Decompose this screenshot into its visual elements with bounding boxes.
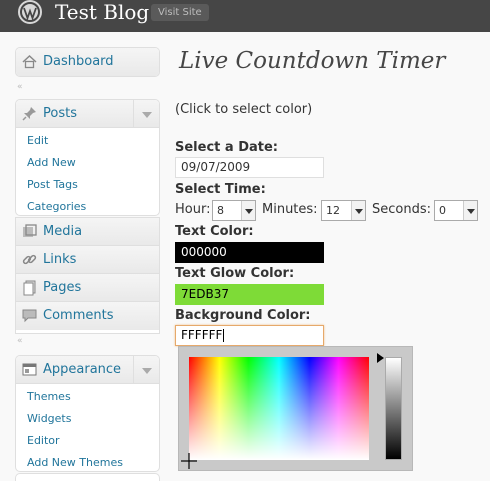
menu-posts-label: Posts bbox=[43, 106, 77, 121]
page-title: Live Countdown Timer bbox=[179, 48, 446, 74]
menu-next-partial[interactable] bbox=[15, 473, 160, 481]
hour-select-value: 8 bbox=[217, 204, 224, 217]
menu-posts-toggle[interactable] bbox=[133, 100, 159, 128]
seconds-select-value: 0 bbox=[439, 204, 446, 217]
submenu-item-categories[interactable]: Categories bbox=[16, 196, 159, 215]
select-date-label: Select a Date: bbox=[175, 140, 278, 155]
menu-appearance-head[interactable]: Appearance bbox=[16, 356, 159, 384]
menu-posts-submenu: Edit Add New Post Tags Categories bbox=[16, 128, 159, 215]
menu-appearance: Appearance Themes Widgets Editor Add New… bbox=[15, 355, 160, 472]
menu-separator-arrow-2[interactable]: « bbox=[17, 336, 23, 346]
minutes-label: Minutes: bbox=[262, 202, 318, 217]
menu-separator-arrow[interactable]: « bbox=[17, 82, 23, 92]
submenu-item-themes[interactable]: Themes bbox=[16, 386, 159, 408]
chevron-down-icon bbox=[351, 201, 365, 220]
media-icon bbox=[23, 224, 37, 237]
text-color-input[interactable]: 000000 bbox=[175, 242, 324, 263]
color-spectrum-area[interactable] bbox=[189, 357, 369, 460]
menu-comments-label: Comments bbox=[43, 308, 114, 323]
select-time-label: Select Time: bbox=[175, 182, 266, 197]
crosshair-cursor-icon[interactable] bbox=[181, 453, 197, 469]
menu-posts-head[interactable]: Posts bbox=[16, 100, 159, 128]
text-caret bbox=[223, 329, 225, 342]
menu-dashboard[interactable]: Dashboard bbox=[15, 47, 160, 77]
seconds-label: Seconds: bbox=[372, 202, 431, 217]
text-glow-color-input[interactable]: 7EDB37 bbox=[175, 284, 324, 305]
date-input[interactable]: 09/07/2009 bbox=[175, 157, 324, 178]
submenu-item-add-new-themes[interactable]: Add New Themes bbox=[16, 452, 159, 471]
brightness-slider[interactable] bbox=[385, 357, 402, 460]
background-color-label: Background Color: bbox=[175, 308, 311, 323]
menu-links[interactable]: Links bbox=[16, 246, 159, 274]
pages-icon bbox=[23, 280, 36, 296]
chevron-down-icon bbox=[463, 201, 477, 220]
link-icon bbox=[22, 254, 37, 265]
background-color-input[interactable]: FFFFFF bbox=[175, 325, 324, 346]
menu-dashboard-head[interactable]: Dashboard bbox=[16, 48, 159, 76]
minutes-select[interactable]: 12 bbox=[321, 200, 366, 221]
color-hint-text: (Click to select color) bbox=[175, 102, 313, 117]
menu-appearance-toggle[interactable] bbox=[133, 356, 159, 384]
menu-appearance-submenu: Themes Widgets Editor Add New Themes bbox=[16, 384, 159, 471]
visit-site-button[interactable]: Visit Site bbox=[151, 4, 209, 21]
text-glow-color-label: Text Glow Color: bbox=[175, 266, 295, 281]
chevron-down-icon bbox=[241, 201, 255, 220]
menu-pages[interactable]: Pages bbox=[16, 274, 159, 302]
home-icon bbox=[22, 54, 37, 69]
menu-links-label: Links bbox=[43, 252, 77, 267]
text-color-label: Text Color: bbox=[175, 224, 254, 239]
comments-icon bbox=[22, 309, 37, 323]
slider-marker-icon[interactable] bbox=[377, 353, 384, 363]
menu-posts: Posts Edit Add New Post Tags Categories bbox=[15, 99, 160, 216]
submenu-item-add-new[interactable]: Add New bbox=[16, 152, 159, 174]
hour-select[interactable]: 8 bbox=[212, 200, 256, 221]
color-picker-popup bbox=[178, 346, 413, 471]
minutes-select-value: 12 bbox=[326, 204, 340, 217]
menu-dashboard-label: Dashboard bbox=[43, 54, 114, 69]
menu-group-content: Media Links Pages Comments bbox=[15, 217, 160, 334]
seconds-select[interactable]: 0 bbox=[434, 200, 478, 221]
menu-media-label: Media bbox=[43, 224, 83, 239]
menu-appearance-label: Appearance bbox=[43, 362, 122, 377]
submenu-item-edit[interactable]: Edit bbox=[16, 130, 159, 152]
menu-comments[interactable]: Comments bbox=[16, 302, 159, 330]
admin-sidebar: Dashboard « Posts Edit Add New Post Tags… bbox=[0, 32, 165, 481]
submenu-item-widgets[interactable]: Widgets bbox=[16, 408, 159, 430]
submenu-item-post-tags[interactable]: Post Tags bbox=[16, 174, 159, 196]
hour-label: Hour: bbox=[175, 202, 211, 217]
appearance-icon bbox=[22, 363, 37, 376]
menu-pages-label: Pages bbox=[43, 280, 82, 295]
site-title[interactable]: Test Blog bbox=[55, 0, 149, 25]
background-color-value: FFFFFF bbox=[181, 328, 223, 342]
menu-media[interactable]: Media bbox=[16, 218, 159, 246]
admin-header: Test Blog Visit Site bbox=[0, 0, 490, 32]
submenu-item-editor[interactable]: Editor bbox=[16, 430, 159, 452]
wordpress-logo-icon[interactable] bbox=[14, 0, 46, 26]
pushpin-icon bbox=[22, 107, 36, 121]
